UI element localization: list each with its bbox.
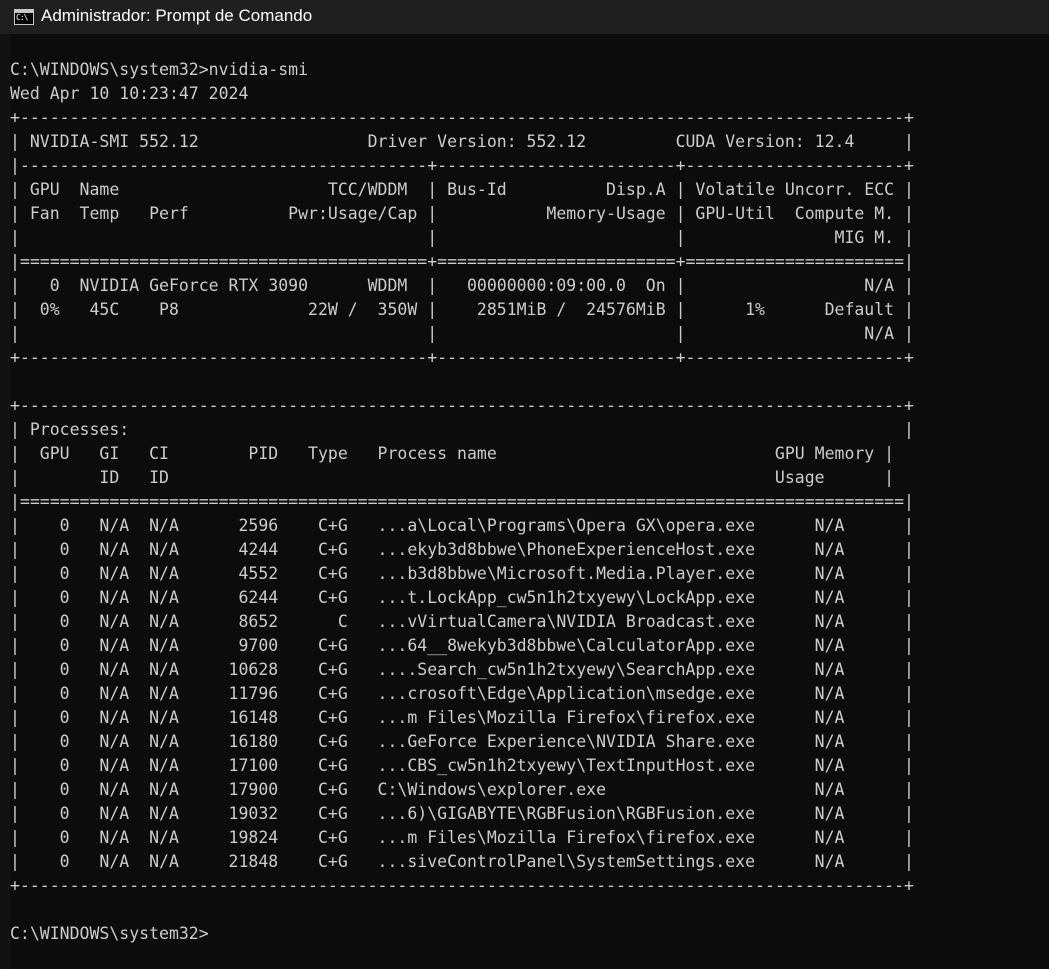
console-line: +---------------------------------------… [10, 396, 914, 415]
console-line: | 0 N/A N/A 16148 C+G ...m Files\Mozilla… [10, 708, 914, 727]
console-line: | ID ID Usage | [10, 468, 895, 487]
console-line: Wed Apr 10 10:23:47 2024 [10, 84, 249, 103]
console-line: | GPU GI CI PID Type Process name GPU Me… [10, 444, 895, 463]
console-line: | 0 N/A N/A 9700 C+G ...64__8wekyb3d8bbw… [10, 636, 914, 655]
console-line: | 0 N/A N/A 11796 C+G ...crosoft\Edge\Ap… [10, 684, 914, 703]
console-output[interactable]: C:\WINDOWS\system32>nvidia-smi Wed Apr 1… [10, 58, 1045, 958]
console-line: | 0 N/A N/A 10628 C+G ....Search_cw5n1h2… [10, 660, 914, 679]
console-line: | 0 N/A N/A 21848 C+G ...siveControlPane… [10, 852, 914, 871]
console-line: | 0 N/A N/A 17900 C+G C:\Windows\explore… [10, 780, 914, 799]
console-line: | Fan Temp Perf Pwr:Usage/Cap | Memory-U… [10, 204, 914, 223]
console-line: | 0 N/A N/A 2596 C+G ...a\Local\Programs… [10, 516, 914, 535]
cmd-icon-glyph: C:\ [16, 13, 28, 22]
console-line: | 0 N/A N/A 19824 C+G ...m Files\Mozilla… [10, 828, 914, 847]
console-line: | 0 N/A N/A 4552 C+G ...b3d8bbwe\Microso… [10, 564, 914, 583]
console-line: +---------------------------------------… [10, 348, 914, 367]
console-line: | 0% 45C P8 22W / 350W | 2851MiB / 24576… [10, 300, 914, 319]
console-line: | 0 N/A N/A 16180 C+G ...GeForce Experie… [10, 732, 914, 751]
console-line: C:\WINDOWS\system32> [10, 924, 209, 943]
cmd-icon: C:\ [14, 9, 34, 25]
console-line: | 0 NVIDIA GeForce RTX 3090 WDDM | 00000… [10, 276, 914, 295]
console-line: | 0 N/A N/A 8652 C ...vVirtualCamera\NVI… [10, 612, 914, 631]
console-line: +---------------------------------------… [10, 108, 914, 127]
console-line: | 0 N/A N/A 6244 C+G ...t.LockApp_cw5n1h… [10, 588, 914, 607]
console-line: | | | MIG M. | [10, 228, 914, 247]
console-line: |---------------------------------------… [10, 156, 914, 175]
console-line: | | | N/A | [10, 324, 914, 343]
console-line: +---------------------------------------… [10, 876, 914, 895]
console-line: | 0 N/A N/A 17100 C+G ...CBS_cw5n1h2txye… [10, 756, 914, 775]
console-line: C:\WINDOWS\system32>nvidia-smi [10, 60, 309, 79]
console-line: | NVIDIA-SMI 552.12 Driver Version: 552.… [10, 132, 914, 151]
window-title: Administrador: Prompt de Comando [41, 6, 313, 25]
console-left-edge [0, 34, 10, 969]
console-line: | 0 N/A N/A 4244 C+G ...ekyb3d8bbwe\Phon… [10, 540, 914, 559]
console-line: | GPU Name TCC/WDDM | Bus-Id Disp.A | Vo… [10, 180, 914, 199]
command-prompt-window: C:\ Administrador: Prompt de Comando C:\… [0, 0, 1049, 969]
title-bar[interactable]: C:\ Administrador: Prompt de Comando [0, 0, 1049, 34]
console-line: |=======================================… [10, 252, 914, 271]
console-line: | 0 N/A N/A 19032 C+G ...6)\GIGABYTE\RGB… [10, 804, 914, 823]
console-line: | Processes: | [10, 420, 914, 439]
console-line: |=======================================… [10, 492, 914, 511]
